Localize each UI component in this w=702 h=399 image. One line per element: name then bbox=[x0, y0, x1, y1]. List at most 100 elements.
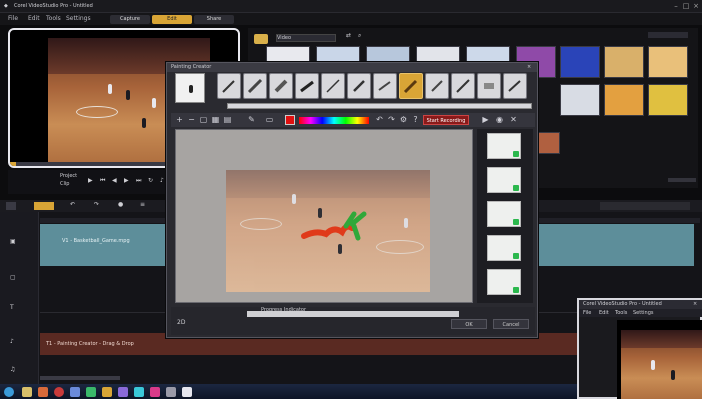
folder-icon[interactable] bbox=[254, 34, 268, 44]
repeat-icon[interactable]: ↻ bbox=[148, 177, 158, 187]
explorer-icon[interactable] bbox=[22, 387, 32, 397]
library-folder-select[interactable]: Video bbox=[276, 34, 336, 42]
cancel-button[interactable]: Cancel bbox=[493, 319, 529, 329]
colour-spectrum[interactable] bbox=[299, 117, 369, 124]
zoom-in-icon[interactable]: + bbox=[175, 115, 184, 124]
storyboard-view-icon[interactable] bbox=[6, 202, 16, 210]
library-thumb[interactable] bbox=[648, 46, 688, 78]
library-thumb[interactable] bbox=[604, 46, 644, 78]
library-thumb[interactable] bbox=[604, 84, 644, 116]
app-icon[interactable] bbox=[166, 387, 176, 397]
app-icon[interactable] bbox=[86, 387, 96, 397]
undo-icon[interactable]: ↶ bbox=[375, 115, 384, 124]
brush-texture[interactable] bbox=[451, 73, 475, 99]
menu-tools[interactable]: Tools bbox=[615, 310, 631, 316]
library-scrollbar[interactable] bbox=[668, 178, 696, 182]
snapshot-icon[interactable]: ◉ bbox=[495, 115, 504, 124]
painting-thumbnail[interactable] bbox=[487, 167, 521, 193]
brush-airbrush[interactable] bbox=[373, 73, 397, 99]
video-track-icon[interactable]: ▣ bbox=[10, 238, 20, 248]
settings-icon[interactable]: ⚙ bbox=[399, 115, 408, 124]
clear-canvas-icon[interactable]: ▭ bbox=[265, 115, 274, 124]
menu-file[interactable]: File bbox=[583, 310, 597, 316]
prev-frame-icon[interactable]: ◀ bbox=[112, 177, 122, 187]
brush-crayon[interactable] bbox=[243, 73, 267, 99]
import-icon[interactable]: ⇄ bbox=[346, 32, 356, 42]
painting-thumbnail[interactable] bbox=[487, 235, 521, 261]
brush-marker[interactable] bbox=[347, 73, 371, 99]
close-icon[interactable]: × bbox=[527, 64, 535, 71]
redo-icon[interactable]: ↷ bbox=[387, 115, 396, 124]
brush-spray[interactable] bbox=[503, 73, 527, 99]
app-icon[interactable] bbox=[134, 387, 144, 397]
undo-icon[interactable]: ↶ bbox=[70, 201, 80, 211]
brush-pencil[interactable] bbox=[321, 73, 345, 99]
overlay-track-icon[interactable]: ▢ bbox=[10, 274, 20, 284]
timeline-view-icon[interactable] bbox=[34, 202, 54, 210]
painting-thumbnail[interactable] bbox=[487, 133, 521, 159]
app-icon[interactable] bbox=[54, 387, 64, 397]
brush-paintbrush[interactable] bbox=[217, 73, 241, 99]
search-icon[interactable]: ⌕ bbox=[358, 32, 368, 42]
play-icon[interactable]: ▶ bbox=[88, 177, 98, 187]
menu-tools[interactable]: Tools bbox=[46, 15, 61, 22]
brush-oil-selected[interactable] bbox=[399, 73, 423, 99]
minimize-icon[interactable]: – bbox=[672, 2, 680, 10]
play-icon[interactable]: ▶ bbox=[481, 115, 490, 124]
music-track-icon[interactable]: ♫ bbox=[10, 366, 20, 376]
next-frame-icon[interactable]: ▶ bbox=[124, 177, 134, 187]
library-thumb[interactable] bbox=[538, 132, 560, 154]
tab-capture[interactable]: Capture bbox=[110, 15, 150, 24]
library-thumb[interactable] bbox=[648, 84, 688, 116]
zoom-out-icon[interactable]: − bbox=[187, 115, 196, 124]
actual-size-icon[interactable]: ▢ bbox=[199, 115, 208, 124]
app-icon[interactable] bbox=[102, 387, 112, 397]
background-image-icon[interactable]: ▦ bbox=[211, 115, 220, 124]
painting-thumbnail[interactable] bbox=[487, 269, 521, 295]
painting-thumbnail[interactable] bbox=[487, 201, 521, 227]
canvas-size-icon[interactable]: 2D bbox=[177, 319, 191, 328]
mixer-icon[interactable]: ≡ bbox=[140, 201, 150, 211]
redo-icon[interactable]: ↷ bbox=[94, 201, 104, 211]
tab-edit[interactable]: Edit bbox=[152, 15, 192, 24]
library-thumb[interactable] bbox=[560, 46, 600, 78]
end-icon[interactable]: ⏭ bbox=[136, 177, 146, 187]
menu-edit[interactable]: Edit bbox=[28, 15, 40, 22]
thumb-size-slider[interactable] bbox=[648, 32, 688, 38]
timeline-scrollbar[interactable] bbox=[40, 376, 120, 380]
painting-creator-dialog[interactable]: Painting Creator × + − ▢ ▦ ▤ ✎ ▭ ↶ ↷ ⚙ ?… bbox=[166, 62, 538, 338]
eyedropper-icon[interactable]: ✎ bbox=[247, 115, 256, 124]
brush-eraser[interactable] bbox=[477, 73, 501, 99]
record-capture-icon[interactable]: ● bbox=[118, 201, 128, 211]
painting-canvas[interactable] bbox=[175, 129, 473, 303]
menu-file[interactable]: File bbox=[8, 15, 18, 22]
delete-icon[interactable]: ✕ bbox=[509, 115, 518, 124]
ok-button[interactable]: OK bbox=[451, 319, 487, 329]
voice-track-icon[interactable]: ♪ bbox=[10, 338, 20, 348]
colour-picker-swatch[interactable] bbox=[285, 115, 295, 125]
maximize-icon[interactable]: □ bbox=[682, 2, 690, 10]
close-icon[interactable]: × bbox=[693, 301, 701, 308]
scrubber-handle[interactable] bbox=[10, 162, 16, 166]
app-icon[interactable] bbox=[182, 387, 192, 397]
brush-watercolor[interactable] bbox=[425, 73, 449, 99]
project-mode-label[interactable]: Project bbox=[60, 173, 80, 180]
menu-settings[interactable]: Settings bbox=[633, 310, 657, 316]
app-icon[interactable] bbox=[150, 387, 160, 397]
app-icon[interactable] bbox=[118, 387, 128, 397]
close-icon[interactable]: × bbox=[692, 2, 700, 10]
app-icon[interactable] bbox=[38, 387, 48, 397]
zoom-slider[interactable] bbox=[600, 202, 690, 210]
texture-icon[interactable]: ▤ bbox=[223, 115, 232, 124]
start-button-icon[interactable] bbox=[4, 387, 14, 397]
library-thumb[interactable] bbox=[560, 84, 600, 116]
clip-mode-label[interactable]: Clip bbox=[60, 181, 80, 188]
start-recording-button[interactable]: Start Recording bbox=[423, 115, 469, 125]
tab-share[interactable]: Share bbox=[194, 15, 234, 24]
help-icon[interactable]: ? bbox=[411, 115, 420, 124]
menu-edit[interactable]: Edit bbox=[599, 310, 613, 316]
title-track-icon[interactable]: T bbox=[10, 304, 20, 314]
second-window-preview[interactable] bbox=[617, 320, 702, 399]
brush-charcoal[interactable] bbox=[295, 73, 319, 99]
menu-settings[interactable]: Settings bbox=[66, 15, 91, 22]
